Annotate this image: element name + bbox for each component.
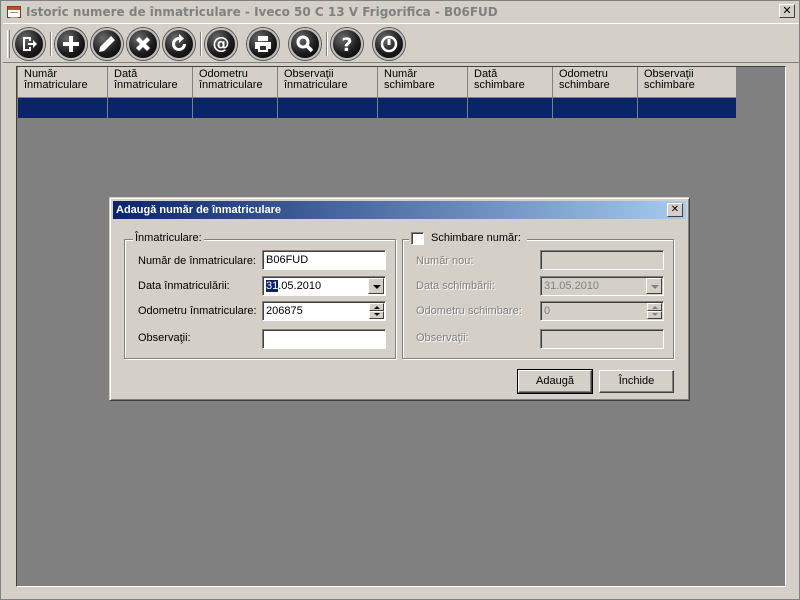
toolbar: @ ? [3, 23, 799, 63]
table-cell[interactable] [378, 98, 468, 118]
add-button[interactable]: Adaugă [517, 369, 593, 394]
registration-odometer-value: 206875 [266, 305, 303, 317]
table-cell[interactable] [638, 98, 737, 118]
window-close-button[interactable]: ✕ [779, 4, 795, 18]
registration-number-input[interactable]: B06FUD [262, 250, 386, 270]
column-header[interactable]: Odometru schimbare [553, 67, 638, 98]
registration-notes-label: Observaţii: [138, 332, 191, 344]
registration-odometer-stepper[interactable]: 206875 [262, 301, 386, 321]
toolbar-separator [50, 32, 52, 56]
spin-down-icon[interactable] [647, 311, 662, 319]
odometer-spin[interactable] [647, 303, 662, 319]
number-change-group: Schimbare număr: Număr nou: Data schimbă… [402, 232, 674, 359]
dialog-title-bar: Adaugă număr de înmatriculare ✕ [113, 201, 686, 219]
chevron-down-icon[interactable] [368, 278, 384, 294]
change-notes-label: Observaţii: [416, 332, 469, 344]
registration-legend: Înmatriculare: [133, 232, 204, 244]
dialog-close-button[interactable]: ✕ [667, 203, 683, 217]
toolbar-separator [326, 32, 328, 56]
title-bar: Istoric numere de înmatriculare - Iveco … [1, 1, 799, 23]
power-icon [380, 35, 398, 53]
change-date-picker[interactable]: 31.05.2010 [540, 276, 664, 296]
change-number-checkbox[interactable] [411, 232, 424, 245]
app-icon [7, 6, 21, 18]
odometer-spin[interactable] [369, 303, 384, 319]
chevron-down-icon[interactable] [646, 278, 662, 294]
change-notes-input[interactable] [540, 329, 664, 349]
add-registration-dialog: Adaugă număr de înmatriculare ✕ Înmatric… [109, 197, 690, 401]
table-cell[interactable] [108, 98, 193, 118]
table-cell[interactable] [278, 98, 378, 118]
table-cell[interactable] [193, 98, 278, 118]
new-number-label: Număr nou: [416, 255, 474, 267]
column-header[interactable]: Dată schimbare [468, 67, 553, 98]
change-odometer-value: 0 [544, 305, 551, 317]
exit-button[interactable] [13, 28, 45, 60]
x-icon [136, 37, 150, 51]
refresh-icon [172, 34, 186, 51]
registration-group: Înmatriculare: Număr de înmatriculare: B… [124, 232, 396, 359]
registration-date-day: 31 [266, 280, 279, 292]
window-title: Istoric numere de înmatriculare - Iveco … [26, 5, 498, 19]
at-icon: @ [213, 34, 230, 54]
print-button[interactable] [247, 28, 279, 60]
printer-icon [255, 36, 271, 52]
registration-date-label: Data înmatriculării: [138, 280, 230, 292]
info-button[interactable] [373, 28, 405, 60]
registration-odometer-label: Odometru înmatriculare: [138, 305, 257, 317]
svg-text:@: @ [213, 34, 230, 54]
registration-date-picker[interactable]: 31.05.2010 [262, 276, 386, 296]
toolbar-grip [7, 30, 10, 58]
column-header[interactable]: Număr schimbare [378, 67, 468, 98]
column-header[interactable]: Odometru înmatriculare [193, 67, 278, 98]
exit-icon [23, 37, 37, 51]
email-button[interactable]: @ [205, 28, 237, 60]
table-cell[interactable] [553, 98, 638, 118]
close-button[interactable]: Închide [599, 370, 674, 393]
change-number-label: Schimbare număr: [431, 232, 521, 244]
table-cell[interactable] [18, 98, 108, 118]
spin-up-icon[interactable] [369, 303, 384, 311]
table-row[interactable] [18, 98, 737, 118]
question-icon: ? [341, 34, 352, 54]
registration-number-label: Număr de înmatriculare: [138, 255, 256, 267]
spin-down-icon[interactable] [369, 311, 384, 319]
refresh-button[interactable] [163, 28, 195, 60]
change-date-value: 31.05.2010 [544, 280, 600, 292]
plus-icon [63, 36, 79, 52]
column-header[interactable]: Observaţii schimbare [638, 67, 737, 98]
registration-date-rest: .05.2010 [278, 280, 322, 292]
column-header[interactable]: Număr înmatriculare [18, 67, 108, 98]
change-odometer-stepper[interactable]: 0 [540, 301, 664, 321]
help-button[interactable]: ? [331, 28, 363, 60]
dialog-title: Adaugă număr de înmatriculare [116, 204, 282, 216]
pencil-icon [99, 36, 115, 52]
grid-header: Număr înmatriculare Dată înmatriculare O… [18, 67, 737, 98]
add-button[interactable] [55, 28, 87, 60]
column-header[interactable]: Observaţii înmatriculare [278, 67, 378, 98]
registration-notes-input[interactable] [262, 329, 386, 349]
new-number-input[interactable] [540, 250, 664, 270]
change-odometer-label: Odometru schimbare: [416, 305, 522, 317]
svg-text:?: ? [341, 34, 352, 54]
spin-up-icon[interactable] [647, 303, 662, 311]
change-date-label: Data schimbării: [416, 280, 495, 292]
change-legend: Schimbare număr: [409, 232, 527, 246]
delete-button[interactable] [127, 28, 159, 60]
magnifier-icon [296, 35, 314, 53]
column-header[interactable]: Dată înmatriculare [108, 67, 193, 98]
search-button[interactable] [289, 28, 321, 60]
table-cell[interactable] [468, 98, 553, 118]
edit-button[interactable] [91, 28, 123, 60]
toolbar-separator [200, 32, 202, 56]
